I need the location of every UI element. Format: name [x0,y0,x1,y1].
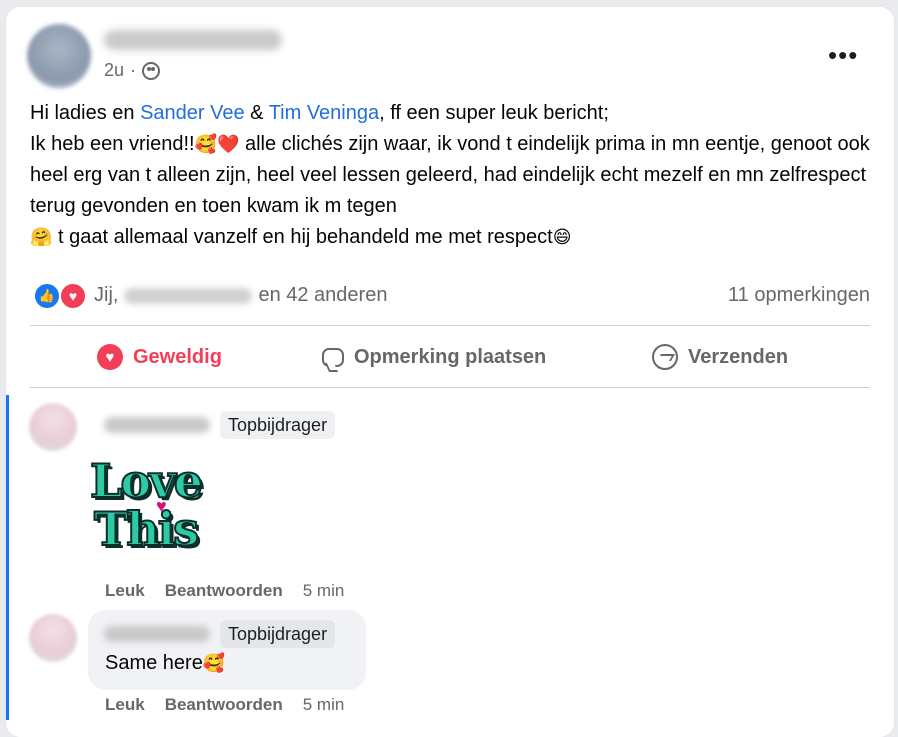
divider [30,325,870,326]
commenter-avatar[interactable] [29,614,77,662]
reactor-name-blurred [124,287,253,304]
post-text-part: , ff een super leuk bericht; [379,102,609,124]
commenter-avatar[interactable] [29,403,77,451]
comments-count-link[interactable]: 11 opmerkingen [728,284,870,307]
comment-reply-button[interactable]: Beantwoorden [165,695,283,715]
love-reaction-icon: ♥ [59,282,87,310]
heart-icon: ♥ [97,344,123,370]
author-name-blurred[interactable] [104,30,282,50]
post-text-part: Hi ladies en [30,102,141,124]
post-body: Hi ladies en Sander Vee & Tim Veninga, f… [30,98,870,253]
comment-text: Same here🥰 [105,652,225,675]
reaction-text[interactable]: Jij, en 42 anderen [94,284,387,307]
reaction-summary: 👍 ♥ Jij, en 42 anderen 11 opmerkingen [30,282,870,310]
meta-separator: · [130,60,137,80]
author-avatar[interactable] [27,24,91,88]
comment-like-button[interactable]: Leuk [105,695,145,715]
more-options-icon[interactable]: ••• [828,40,858,71]
top-contributor-badge: Topbijdrager [220,620,336,648]
love-button[interactable]: ♥ Geweldig [97,334,222,380]
post-text-part: Ik heb een vriend!! [30,133,195,155]
hug-emoji: 🤗 [30,227,53,248]
reaction-suffix: en 42 anderen [258,284,388,306]
mention-tim[interactable]: Tim Veninga [269,102,379,124]
smiling-hearts-emoji: 🥰 [202,653,226,674]
sticker-text-line1: Love [89,453,204,509]
red-heart-emoji: ❤️ [216,134,240,155]
commenter-name-blurred[interactable] [104,417,210,433]
top-contributor-badge: Topbijdrager [220,411,336,439]
comment-time[interactable]: 5 min [303,581,345,601]
love-button-label: Geweldig [133,345,222,368]
divider [30,387,870,388]
sticker-text-line2: This [93,501,200,557]
reaction-prefix: Jij, [94,284,119,306]
comment-reply-button[interactable]: Beantwoorden [165,581,283,601]
comment-like-button[interactable]: Leuk [105,581,145,601]
post-time[interactable]: 2u [104,60,124,81]
mention-sander[interactable]: Sander Vee [140,102,245,124]
comment-button[interactable]: Opmerking plaatsen [322,334,546,380]
comment-button-label: Opmerking plaatsen [354,345,547,368]
comment-icon [322,347,344,367]
comment-thread-indicator [6,395,9,720]
post-actions: ♥ Geweldig Opmerking plaatsen Verzenden [30,334,870,380]
like-reaction-icon: 👍 [33,282,61,310]
commenter-name-blurred[interactable] [104,626,210,642]
comment-time[interactable]: 5 min [303,695,345,715]
sticker-heart-icon: ♥ [156,496,167,516]
comment-text-content: Same here [105,652,203,674]
reaction-icons[interactable]: 👍 ♥ [33,282,93,310]
smiling-hearts-emoji: 🥰 [194,134,217,155]
globe-icon [142,61,161,80]
post-meta: 2u · [104,60,161,81]
love-this-sticker: Love This ♥ [86,453,210,558]
post-text-part: t gaat allemaal vanzelf en hij behandeld… [52,226,553,248]
comment-actions: Leuk Beantwoorden 5 min [105,695,344,715]
messenger-icon [652,344,678,370]
post-text-part: & [244,102,269,124]
send-button[interactable]: Verzenden [652,334,788,380]
comment-actions: Leuk Beantwoorden 5 min [105,581,344,601]
send-button-label: Verzenden [688,345,789,368]
grin-emoji: 😄 [552,227,572,248]
